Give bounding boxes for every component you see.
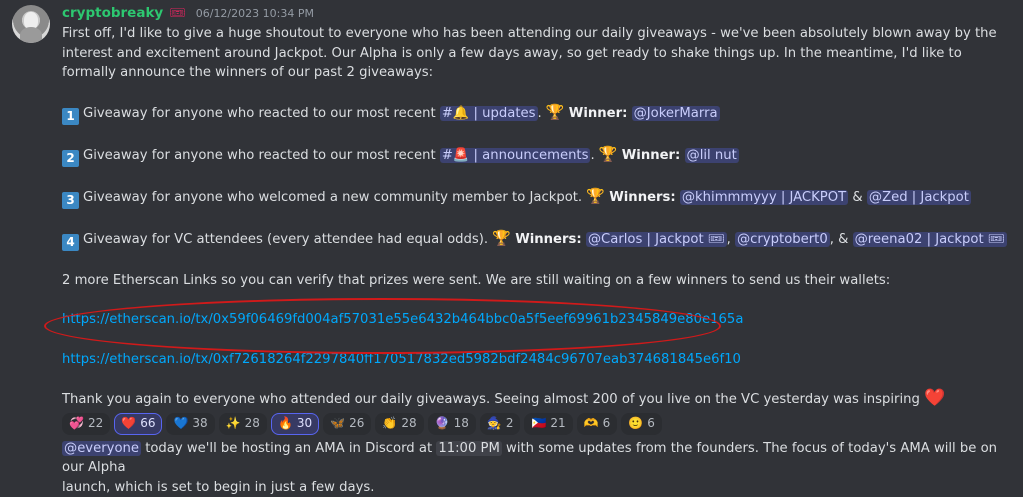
avatar[interactable] [12,5,50,43]
reaction-count: 6 [647,414,655,434]
reaction-button[interactable]: 🔥30 [271,413,319,435]
reaction-count: 28 [245,414,260,434]
sparkles-icon: ✨ [226,414,241,434]
time-chip[interactable]: 11:00 PM [436,441,502,456]
crystal-ball-icon: 🔮 [435,414,450,434]
giveaway-item-3: 3 Giveaway for anyone who welcomed a new … [62,187,1012,209]
trophy-icon: 🏆 [492,229,511,247]
everyone-mention[interactable]: @everyone [62,441,141,456]
reaction-button[interactable]: 🙂6 [621,413,662,435]
reaction-button[interactable]: 🔮18 [428,413,476,435]
user-mention[interactable]: @JokerMarra [632,106,720,121]
reaction-count: 28 [401,414,416,434]
reaction-button[interactable]: 🇵🇭21 [524,413,572,435]
timestamp[interactable]: 06/12/2023 10:34 PM [196,4,314,24]
reaction-button[interactable]: 🧙2 [480,413,521,435]
etherscan-link-row-1: https://etherscan.io/tx/0x59f06469fd004a… [62,310,1012,330]
reaction-count: 30 [297,414,312,434]
butterfly-icon: 🦋 [330,414,345,434]
winners-label: Winners: [609,190,675,205]
winners-label: Winners: [515,232,581,247]
separator: & [852,190,862,205]
thanks-text: Thank you again to everyone who attended… [62,392,920,407]
winner-label: Winner: [569,106,628,121]
reaction-count: 26 [349,414,364,434]
keycap-1-icon: 1 [62,108,79,125]
username[interactable]: cryptobreaky [62,4,163,24]
reaction-button[interactable]: 🦋26 [323,413,371,435]
revolving-hearts-icon: 💞 [69,414,84,434]
heart-hands-icon: 🫶 [584,414,599,434]
keycap-4-icon: 4 [62,234,79,251]
reaction-bar: 💞22❤️66💙38✨28🔥30🦋26👏28🔮18🧙2🇵🇭21🫶6🙂6 [62,413,1012,435]
item-text: Giveaway for anyone who reacted to our m… [83,106,436,121]
user-mention[interactable]: @reena02 | Jackpot 🎟 [853,232,1007,247]
etherscan-link-row-2: https://etherscan.io/tx/0xf72618264f2297… [62,350,1012,370]
item-text: Giveaway for VC attendees (every attende… [83,232,488,247]
reaction-count: 18 [454,414,469,434]
item-text: Giveaway for anyone who welcomed a new c… [83,190,582,205]
keycap-2-icon: 2 [62,150,79,167]
reaction-count: 6 [603,414,611,434]
flag-icon: 🇵🇭 [531,414,546,434]
user-mention[interactable]: @khimmmyyy | JACKPOT [680,190,848,205]
ticket-icon: 🎟 [169,4,186,24]
reaction-count: 38 [192,414,207,434]
thanks-line: Thank you again to everyone who attended… [62,389,1012,410]
reaction-count: 66 [140,414,155,434]
separator: , [727,232,731,247]
giveaway-item-2: 2 Giveaway for anyone who reacted to our … [62,145,1012,167]
reaction-button[interactable]: 💞22 [62,413,110,435]
smile-icon: 🙂 [628,414,643,434]
user-mention[interactable]: @lil nut [685,148,739,163]
giveaway-item-4: 4 Giveaway for VC attendees (every attend… [62,229,1012,251]
reaction-count: 21 [550,414,565,434]
red-heart-icon: ❤️ [924,388,945,408]
wizard-icon: 🧙 [487,414,502,434]
reaction-count: 22 [88,414,103,434]
item-text: Giveaway for anyone who reacted to our m… [83,148,436,163]
etherscan-link-2[interactable]: https://etherscan.io/tx/0xf72618264f2297… [62,352,741,367]
clap-icon: 👏 [382,414,397,434]
etherscan-note: 2 more Etherscan Links so you can verify… [62,271,1012,291]
keycap-3-icon: 3 [62,192,79,209]
user-mention[interactable]: @Zed | Jackpot [867,190,971,205]
reaction-button[interactable]: ❤️66 [114,413,162,435]
reaction-button[interactable]: 👏28 [375,413,423,435]
reaction-button[interactable]: 💙38 [166,413,214,435]
intro-text: First off, I'd like to give a huge shout… [62,24,1012,83]
message: cryptobreaky 🎟 06/12/2023 10:34 PM First… [62,4,1012,497]
reaction-count: 2 [506,414,514,434]
red-heart-icon: ❤️ [121,414,136,434]
reaction-button[interactable]: ✨28 [219,413,267,435]
winner-label: Winner: [622,148,681,163]
fire-icon: 🔥 [278,414,293,434]
message-header: cryptobreaky 🎟 06/12/2023 10:34 PM [62,4,1012,24]
trophy-icon: 🏆 [546,103,565,121]
blue-heart-icon: 💙 [173,414,188,434]
separator: , & [830,232,849,247]
channel-mention-announcements[interactable]: #🚨 | announcements [440,148,591,163]
etherscan-link-1[interactable]: https://etherscan.io/tx/0x59f06469fd004a… [62,312,743,327]
reaction-button[interactable]: 🫶6 [577,413,618,435]
trophy-icon: 🏆 [599,145,618,163]
user-mention[interactable]: @Carlos | Jackpot 🎟 [586,232,727,247]
user-mention[interactable]: @cryptobert0 [735,232,830,247]
trophy-icon: 🏆 [586,187,605,205]
giveaway-item-1: 1 Giveaway for anyone who reacted to our … [62,103,1012,125]
channel-mention-updates[interactable]: #🔔 | updates [440,106,538,121]
